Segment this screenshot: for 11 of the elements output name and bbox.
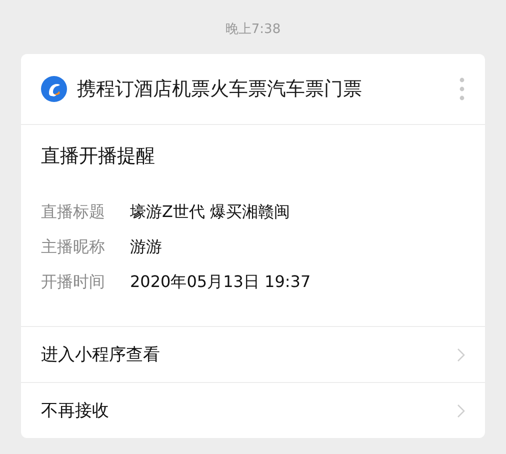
action-row[interactable]: 进入小程序查看: [21, 327, 485, 383]
card-title: 直播开播提醒: [41, 144, 156, 169]
field-label: 直播标题: [41, 202, 106, 223]
field-value: 壕游Z世代 爆买湘赣闽: [130, 202, 290, 223]
timestamp: 晚上7:38: [225, 21, 281, 39]
field-value: 2020年05月13日 19:37: [130, 272, 311, 293]
action-row[interactable]: 不再接收: [21, 383, 485, 438]
field-value: 游游: [130, 237, 162, 258]
field-label: 主播昵称: [41, 237, 106, 258]
field-label: 开播时间: [41, 272, 106, 293]
app-name: 携程订酒店机票火车票汽车票门票: [77, 77, 363, 102]
